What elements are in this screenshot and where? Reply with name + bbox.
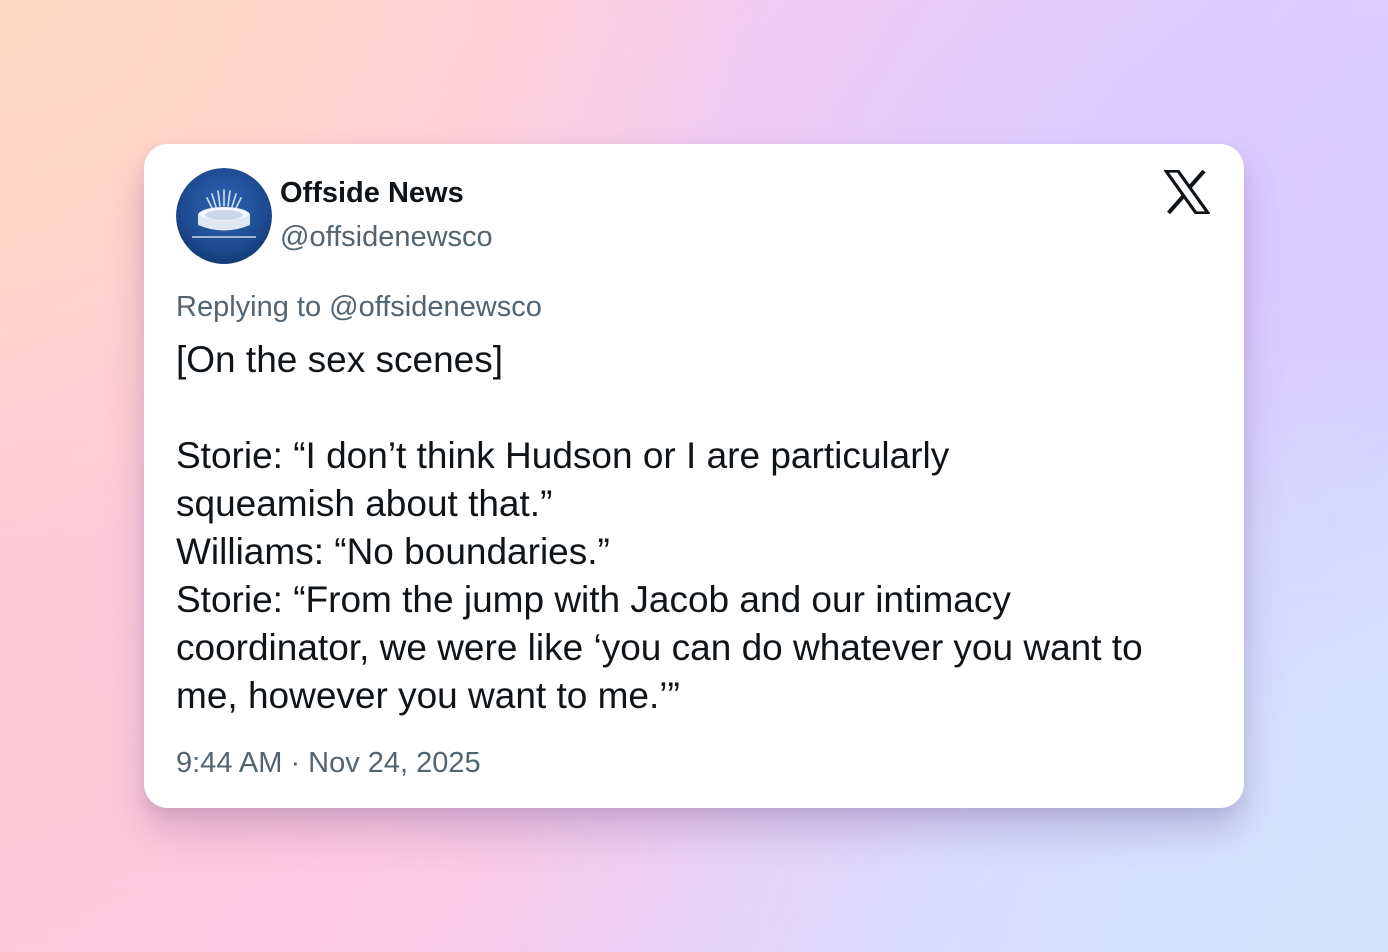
tweet-line: [On the sex scenes] <box>176 339 504 380</box>
tweet-card: Offside News @offsidenewsco Replying to … <box>144 144 1244 808</box>
tweet-line: squeamish about that.” <box>176 483 553 524</box>
timestamp[interactable]: 9:44 AM · Nov 24, 2025 <box>176 746 481 780</box>
tweet-text: [On the sex scenes] Storie: “I don’t thi… <box>176 336 1226 720</box>
display-name[interactable]: Offside News <box>280 176 464 210</box>
user-handle[interactable]: @offsidenewsco <box>280 220 493 254</box>
stadium-logo-icon <box>176 168 272 264</box>
tweet-line: Williams: “No boundaries.” <box>176 531 610 572</box>
x-logo-icon[interactable] <box>1162 169 1212 215</box>
tweet-line: coordinator, we were like ‘you can do wh… <box>176 627 1143 668</box>
replying-to[interactable]: Replying to @offsidenewsco <box>176 290 542 324</box>
tweet-line <box>176 384 1226 432</box>
avatar[interactable] <box>176 168 272 264</box>
tweet-line: me, however you want to me.’” <box>176 675 680 716</box>
tweet-line: Storie: “I don’t think Hudson or I are p… <box>176 435 950 476</box>
tweet-line: Storie: “From the jump with Jacob and ou… <box>176 579 1011 620</box>
